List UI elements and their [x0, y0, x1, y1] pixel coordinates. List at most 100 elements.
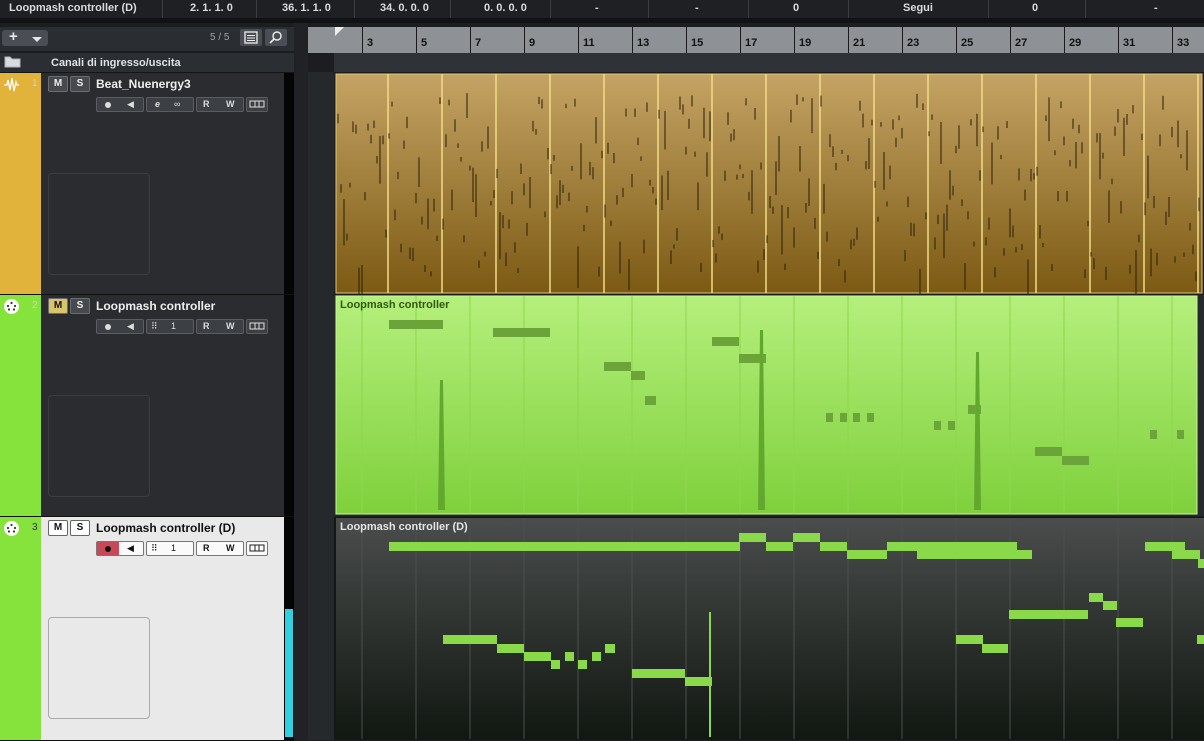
record-enable-icon[interactable]: [105, 324, 111, 330]
midi-d-part-label: Loopmash controller (D): [340, 521, 468, 533]
track-header-1[interactable]: 1 M S Beat_Nuenergy3 ◀ e ∞ R W: [0, 73, 294, 295]
midi-note: [631, 371, 645, 380]
left-locator-icon[interactable]: [335, 27, 344, 36]
solo-button[interactable]: S: [70, 298, 90, 314]
info-length[interactable]: 34. 0. 0. 0: [380, 0, 429, 18]
midi-d-lane[interactable]: Loopmash controller (D): [334, 517, 1204, 740]
midi-channel-value: 1: [171, 321, 177, 331]
info-transpose[interactable]: 0: [793, 0, 799, 18]
midi-note: [712, 337, 739, 346]
track-color-bar[interactable]: [0, 517, 41, 740]
track-number: 1: [32, 78, 38, 89]
record-enable-icon[interactable]: [105, 546, 111, 552]
ruler-tick: 21: [848, 27, 865, 53]
ruler-bar-label: 5: [421, 37, 428, 49]
midi-channel-field[interactable]: ⠿ 1: [146, 319, 194, 334]
ruler-bar-label: 11: [583, 37, 595, 49]
track-color-bar[interactable]: [0, 73, 41, 294]
track-visibility-button[interactable]: [240, 29, 262, 46]
midi-note: [934, 421, 941, 430]
info-track-name[interactable]: Loopmash controller (D): [9, 0, 137, 18]
midi-note: [793, 533, 820, 542]
find-track-button[interactable]: [265, 29, 287, 46]
edit-instrument-icon[interactable]: e: [155, 98, 160, 111]
audio-wave-icon: [4, 77, 19, 92]
info-global-transpose[interactable]: Segui: [903, 0, 933, 18]
chevron-down-icon: [32, 37, 42, 42]
midi-note: [632, 669, 685, 678]
lanes-button[interactable]: [246, 541, 268, 556]
read-button[interactable]: R: [203, 320, 210, 333]
audio-event: [335, 73, 1203, 294]
track-meter: [284, 295, 294, 516]
midi-note: [867, 413, 874, 422]
ruler-bar-label: 33: [1177, 37, 1190, 49]
monitor-icon[interactable]: ◀: [127, 320, 134, 333]
audio-lane[interactable]: [334, 73, 1204, 294]
list-icon: [244, 31, 258, 44]
zone-divider[interactable]: [294, 23, 308, 740]
midi-note: [605, 644, 615, 653]
midi-d-part[interactable]: [334, 517, 1204, 740]
track-picture-slot[interactable]: [48, 617, 150, 719]
add-track-button[interactable]: +: [2, 28, 48, 46]
info-lock[interactable]: -: [695, 0, 699, 18]
midi-note: [847, 550, 887, 559]
ruler-bar-label: 19: [799, 37, 812, 49]
track-name[interactable]: Loopmash controller (D): [96, 521, 235, 535]
midi-note: [1089, 593, 1103, 602]
ruler-tick: 15: [686, 27, 703, 53]
mute-button[interactable]: M: [48, 298, 68, 314]
lanes-button[interactable]: [246, 319, 268, 334]
write-button[interactable]: W: [226, 98, 235, 111]
track-picture-slot[interactable]: [48, 395, 150, 497]
mute-button[interactable]: M: [48, 520, 68, 536]
audio-event-waveform[interactable]: [334, 73, 1204, 294]
track-name[interactable]: Loopmash controller: [96, 299, 215, 313]
midi-note: [389, 542, 740, 551]
midi-note: [524, 652, 551, 661]
track-name[interactable]: Beat_Nuenergy3: [96, 77, 191, 91]
lanes-button[interactable]: [246, 97, 268, 112]
track-header-3[interactable]: 3 M S Loopmash controller (D) ◀ ⠿ 1 R W: [0, 517, 294, 741]
info-end[interactable]: 36. 1. 1. 0: [282, 0, 331, 18]
info-root-key[interactable]: -: [1154, 0, 1158, 18]
timeline-ruler[interactable]: 3 5 7 9 11 13 15 17 19 21 23 25 27 29 31 33: [308, 27, 1204, 53]
info-mute[interactable]: -: [595, 0, 599, 18]
info-offset[interactable]: 0. 0. 0. 0: [484, 0, 527, 18]
info-separator: [450, 0, 451, 18]
midi-note: [1009, 610, 1088, 619]
monitor-icon[interactable]: ◀: [127, 542, 134, 555]
solo-button[interactable]: S: [70, 520, 90, 536]
midi-note: [1103, 601, 1117, 610]
read-button[interactable]: R: [203, 98, 210, 111]
folder-icon: [4, 56, 21, 68]
track-number: 2: [32, 300, 38, 311]
midi-note: [982, 644, 1008, 653]
midi-note: [497, 644, 524, 653]
info-start[interactable]: 2. 1. 1. 0: [190, 0, 233, 18]
write-button[interactable]: W: [226, 320, 235, 333]
record-enable-icon[interactable]: [105, 102, 111, 108]
midi-note: [853, 413, 860, 422]
track-header-2[interactable]: 2 M S Loopmash controller ◀ ⠿ 1 R W: [0, 295, 294, 517]
track-picture-slot[interactable]: [48, 173, 150, 275]
info-line: Loopmash controller (D) 2. 1. 1. 0 36. 1…: [0, 0, 1204, 18]
monitor-icon[interactable]: ◀: [127, 98, 134, 111]
info-velocity[interactable]: 0: [1032, 0, 1038, 18]
midi-part[interactable]: [334, 295, 1204, 516]
midi-note: [1145, 542, 1185, 551]
mute-button[interactable]: M: [48, 76, 68, 92]
write-button[interactable]: W: [226, 542, 235, 555]
midi-note: [956, 635, 983, 644]
read-button[interactable]: R: [203, 542, 210, 555]
solo-button[interactable]: S: [70, 76, 90, 92]
io-folder-track[interactable]: Canali di ingresso/uscita: [0, 53, 294, 73]
track-color-bar[interactable]: [0, 295, 41, 516]
info-separator: [354, 0, 355, 18]
midi-lane[interactable]: Loopmash controller: [334, 295, 1204, 516]
midi-channel-field[interactable]: ⠿ 1: [146, 541, 194, 556]
link-icon[interactable]: ∞: [174, 98, 180, 111]
midi-note: [493, 328, 550, 337]
midi-channel-value: 1: [171, 543, 177, 553]
